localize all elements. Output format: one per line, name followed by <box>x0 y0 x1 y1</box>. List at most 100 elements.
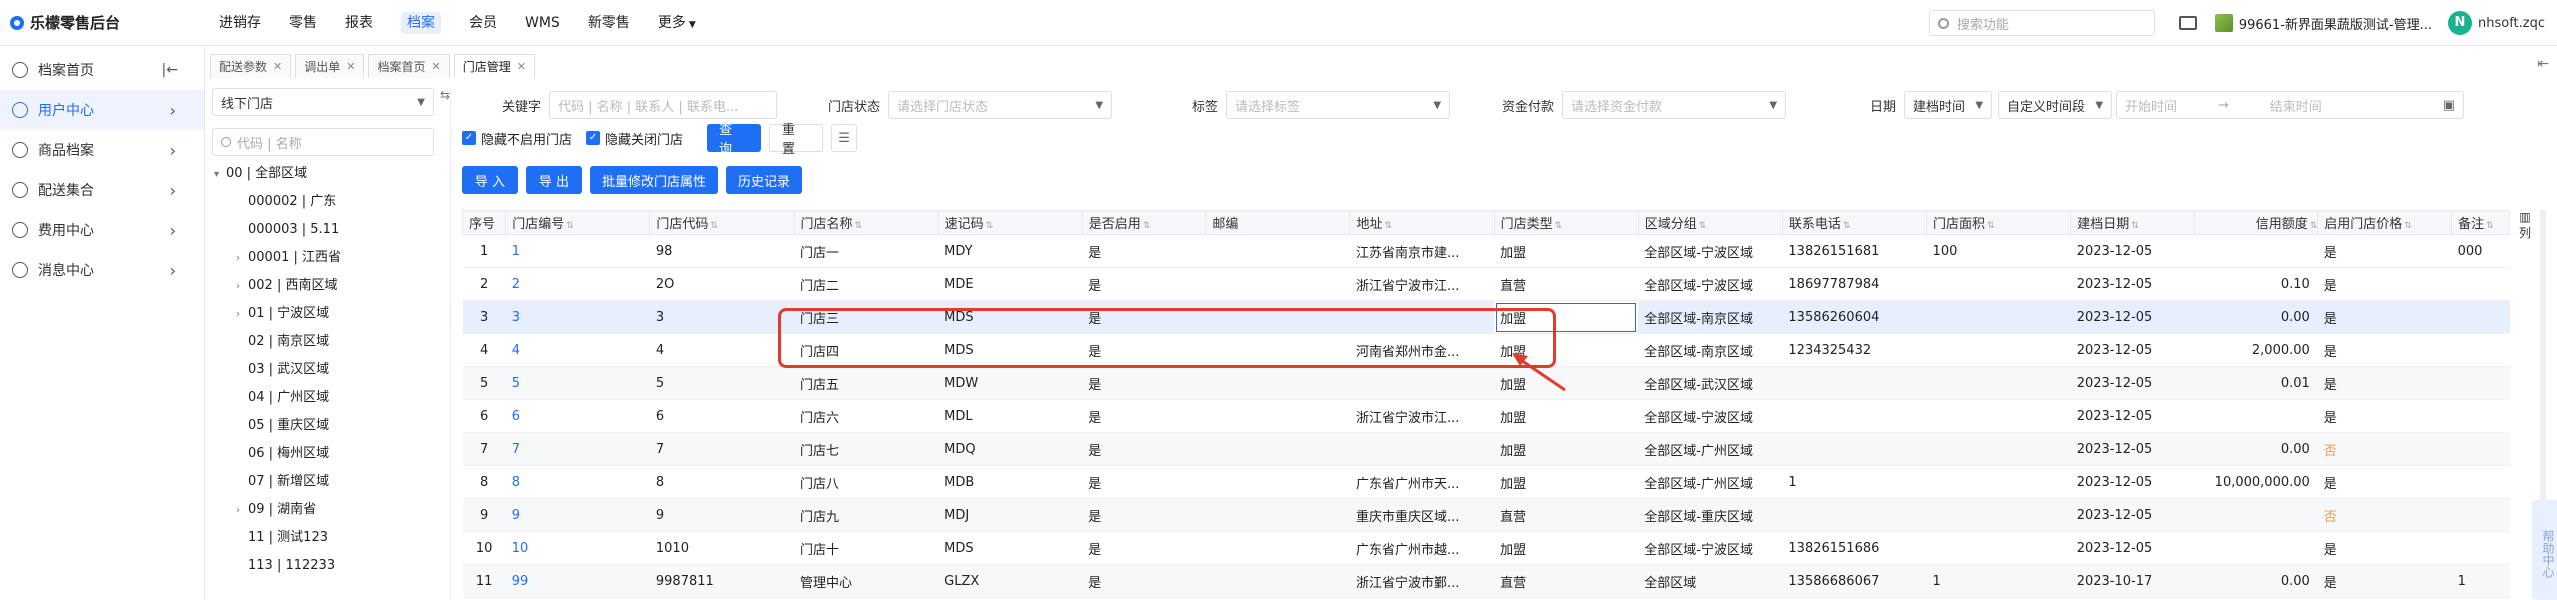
sidebar-item-archive-home[interactable]: 档案首页 |← <box>0 50 204 90</box>
tree-node[interactable]: › 00001 | 江西省 <box>212 244 434 272</box>
close-icon[interactable]: ✕ <box>431 60 440 73</box>
tree-node[interactable]: › 002 | 西南区域 <box>212 272 434 300</box>
sidebar-item-message-center[interactable]: 消息中心 › <box>0 250 204 290</box>
app-brand[interactable]: 乐檬零售后台 <box>0 12 205 33</box>
table-cell[interactable]: 7 <box>505 432 650 466</box>
column-header[interactable]: 邮编 <box>1205 210 1351 235</box>
table-row[interactable]: 1 1 98 门店一 MDY 是江苏省南京市建... 加盟 全部区域-宁波区域 13826151… <box>462 234 2510 268</box>
topnav-item-reports[interactable]: 报表 <box>331 0 387 46</box>
tabs-expand-icon[interactable]: ⇤ <box>2537 56 2549 72</box>
sort-icon[interactable]: ⇅ <box>1143 221 1151 231</box>
column-header[interactable]: 信用额度 ⇅ <box>2193 210 2319 235</box>
column-header[interactable]: 门店代码 ⇅ <box>649 210 795 235</box>
column-header[interactable]: 启用门店价格 ⇅ <box>2317 210 2453 235</box>
topnav-item-wms[interactable]: WMS <box>511 0 574 46</box>
date-range-type-select[interactable]: 自定义时间段 ▼ <box>1998 91 2113 119</box>
date-range-picker[interactable]: 开始时间 → 结束时间 ▣ <box>2116 91 2465 119</box>
expand-arrow-icon[interactable]: › <box>236 301 248 329</box>
tab-delivery-params[interactable]: 配送参数 ✕ <box>210 54 292 78</box>
topnav-item-new-retail[interactable]: 新零售 <box>574 0 644 46</box>
column-header[interactable]: 联系电话 ⇅ <box>1781 210 1928 235</box>
column-header[interactable]: 区域分组 ⇅ <box>1637 210 1783 235</box>
table-cell[interactable]: 99 <box>505 564 650 598</box>
table-cell[interactable]: 1 <box>505 234 650 268</box>
close-icon[interactable]: ✕ <box>273 60 282 73</box>
collapse-sidebar-icon[interactable]: |← <box>162 62 178 78</box>
topnav-item-member[interactable]: 会员 <box>455 0 511 46</box>
column-header[interactable]: 门店名称 ⇅ <box>793 210 939 235</box>
column-header[interactable]: 门店面积 ⇅ <box>1926 210 2072 235</box>
user-menu[interactable]: N nhsoft.zqc <box>2447 11 2545 35</box>
table-row[interactable]: 6 6 6 门店六 MDL 是浙江省宁波市江... 加盟 全部区域-宁波区域 2023-12-0… <box>462 399 2510 433</box>
sort-icon[interactable]: ⇅ <box>2486 221 2494 231</box>
keyword-input[interactable]: 代码 | 名称 | 联系人 | 联系电... <box>549 91 778 119</box>
reset-button[interactable]: 重 置 <box>769 123 824 157</box>
tree-node[interactable]: › 09 | 湖南省 <box>212 496 434 524</box>
sidebar-item-delivery[interactable]: 配送集合 › <box>0 170 204 210</box>
help-center-button[interactable]: 帮助中心 <box>2532 500 2557 600</box>
hide-disabled-checkbox[interactable]: ✓ 隐藏不启用门店 <box>462 129 572 148</box>
sort-icon[interactable]: ⇅ <box>1987 221 1995 231</box>
topnav-item-inventory[interactable]: 进销存 <box>205 0 275 46</box>
batch-edit-button[interactable]: 批量修改门店属性 <box>590 166 719 194</box>
table-row[interactable]: 10 10 1010 门店十 MDS 是广东省广州市越... 加盟 全部区域-宁波区域 1382… <box>462 531 2510 565</box>
printer-icon[interactable] <box>2178 16 2197 30</box>
tree-node[interactable]: 000003 | 5.11 <box>212 216 434 244</box>
close-icon[interactable]: ✕ <box>517 60 526 73</box>
tree-node[interactable]: 05 | 重庆区域 <box>212 412 434 440</box>
tab-store-management[interactable]: 门店管理 ✕ <box>453 54 535 78</box>
table-cell[interactable]: 6 <box>505 399 650 433</box>
table-cell[interactable]: 5 <box>505 366 650 400</box>
table-cell[interactable]: 10 <box>505 531 650 565</box>
table-row[interactable]: 7 7 7 门店七 MDQ 是加盟 全部区域-广州区域 2023-12-05 0.00 否 <box>462 432 2510 466</box>
sort-icon[interactable]: ⇅ <box>1843 221 1851 231</box>
sort-icon[interactable]: ⇅ <box>2310 221 2317 231</box>
column-settings-button[interactable]: ▥ 列 <box>2510 210 2540 241</box>
sort-icon[interactable]: ⇅ <box>566 221 574 231</box>
tree-node[interactable]: › 01 | 宁波区域 <box>212 300 434 328</box>
table-cell[interactable]: 8 <box>505 465 650 499</box>
query-button[interactable]: 查 询 <box>707 123 762 157</box>
sidebar-item-goods-archive[interactable]: 商品档案 › <box>0 130 204 170</box>
column-header[interactable]: 地址 ⇅ <box>1349 210 1495 235</box>
store-type-select[interactable]: 线下门店 ▼ <box>212 88 434 116</box>
payment-select[interactable]: 请选择资金付款 ▼ <box>1562 91 1787 119</box>
import-button[interactable]: 导 入 <box>462 166 518 194</box>
table-cell[interactable]: 3 <box>505 300 650 334</box>
sort-icon[interactable]: ⇅ <box>1385 221 1393 231</box>
table-row[interactable]: 5 5 5 门店五 MDW 是加盟 全部区域-武汉区域 2023-12-05 0.01 是 <box>462 366 2510 400</box>
tree-node[interactable]: ▾ 00 | 全部区域 <box>212 160 434 188</box>
table-cell[interactable]: 4 <box>505 333 650 367</box>
tree-node[interactable]: 04 | 广州区域 <box>212 384 434 412</box>
tab-transfer-out[interactable]: 调出单 ✕ <box>295 54 365 78</box>
sort-icon[interactable]: ⇅ <box>1555 221 1563 231</box>
column-header[interactable]: 建档日期 ⇅ <box>2070 210 2195 235</box>
topnav-item-more[interactable]: 更多 ▼ <box>644 0 710 46</box>
table-cell[interactable]: 2 <box>505 267 650 301</box>
expand-arrow-icon[interactable]: › <box>236 245 248 273</box>
sort-icon[interactable]: ⇅ <box>986 221 994 231</box>
sort-icon[interactable]: ⇅ <box>710 221 718 231</box>
column-header[interactable]: 备注 ⇅ <box>2451 210 2510 235</box>
sort-icon[interactable]: ⇅ <box>855 221 863 231</box>
date-type-select[interactable]: 建档时间 ▼ <box>1904 91 1993 119</box>
panel-splitter-icon[interactable]: ⇆ <box>440 88 450 102</box>
tag-select[interactable]: 请选择标签 ▼ <box>1226 91 1451 119</box>
table-row[interactable]: 11 99 9987811 管理中心 GLZX 是浙江省宁波市鄞... 直营 全部区域 1358… <box>462 564 2510 598</box>
expand-arrow-icon[interactable]: › <box>236 497 248 525</box>
sidebar-item-cost-center[interactable]: 费用中心 › <box>0 210 204 250</box>
table-cell[interactable]: 9 <box>505 498 650 532</box>
expand-arrow-icon[interactable]: › <box>236 273 248 301</box>
tab-archive-home[interactable]: 档案首页 ✕ <box>368 54 450 78</box>
sidebar-item-user-center[interactable]: 用户中心 › <box>0 90 204 130</box>
table-row[interactable]: 2 2 2O 门店二 MDE 是浙江省宁波市江... 直营 全部区域-宁波区域 18697787… <box>462 267 2510 301</box>
function-search-input[interactable]: 搜索功能 <box>1928 10 2155 36</box>
tree-node[interactable]: 06 | 梅州区域 <box>212 440 434 468</box>
sort-icon[interactable]: ⇅ <box>2404 221 2412 231</box>
column-header[interactable]: 速记码 ⇅ <box>937 210 1083 235</box>
topnav-item-archive[interactable]: 档案 <box>387 0 455 46</box>
sort-icon[interactable]: ⇅ <box>1699 221 1707 231</box>
column-header[interactable]: 门店类型 ⇅ <box>1493 210 1639 235</box>
table-row[interactable]: 8 8 8 门店八 MDB 是广东省广州市天... 加盟 全部区域-广州区域 1 2023-12-… <box>462 465 2510 499</box>
status-select[interactable]: 请选择门店状态 ▼ <box>888 91 1113 119</box>
